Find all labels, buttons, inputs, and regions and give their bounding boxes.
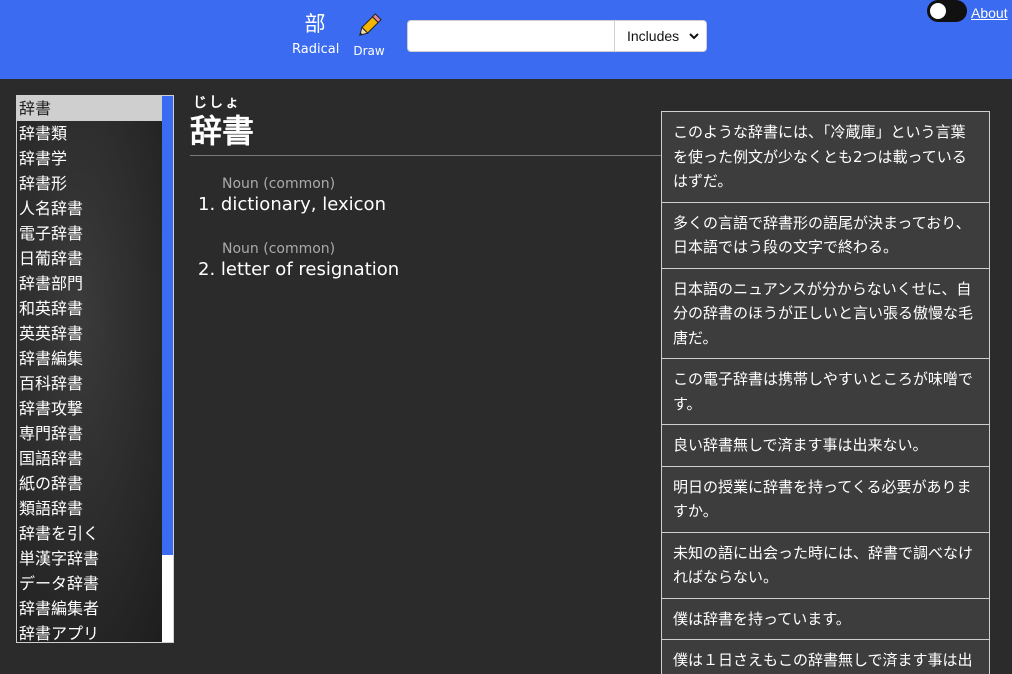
word-list-items: 辞書 辞書類 辞書学 辞書形 人名辞書 電子辞書 日葡辞書 辞書部門 和英辞書 英英辞書 辞書編集百…: [17, 96, 163, 642]
example-sentence[interactable]: 僕は１日さえもこの辞書無しで済ます事は出来ない。: [662, 639, 989, 674]
part-of-speech: Noun (common): [222, 176, 336, 192]
list-item[interactable]: 辞書を引く: [17, 521, 163, 546]
radical-label: Radical: [292, 42, 340, 57]
headword: 辞書: [190, 112, 255, 150]
example-sentence[interactable]: 日本語のニュアンスが分からないくせに、自分の辞書のほうが正しいと言い張る傲慢な毛…: [662, 267, 989, 358]
example-sentence[interactable]: 明日の授業に辞書を持ってくる必要がありますか。: [662, 465, 989, 532]
sense-number: 2.: [198, 259, 216, 280]
draw-button[interactable]: Draw: [350, 12, 388, 59]
about-link[interactable]: About: [971, 5, 1008, 21]
gloss: 2. letter of resignation: [198, 258, 399, 282]
radical-glyph: 部: [304, 12, 326, 36]
list-item[interactable]: 人名辞書: [17, 196, 163, 221]
list-item[interactable]: 和英辞書: [17, 296, 163, 321]
list-item[interactable]: 類語辞書: [17, 496, 163, 521]
list-item[interactable]: 紙の辞書: [17, 471, 163, 496]
list-item[interactable]: 辞書類: [17, 121, 163, 146]
toggle-knob: [930, 3, 946, 19]
list-item[interactable]: 辞書学: [17, 146, 163, 171]
gloss-text: letter of resignation: [220, 259, 400, 280]
divider: [190, 155, 661, 156]
list-item[interactable]: 辞書攻撃: [17, 396, 163, 421]
search-box: Includes: [407, 20, 707, 52]
radical-button[interactable]: 部 Radical: [292, 10, 340, 59]
pencil-icon: [350, 12, 388, 40]
example-sentences: このような辞書には、「冷蔵庫」という言葉を使った例文が少なくとも2つは載っている…: [661, 111, 990, 674]
search-mode-select[interactable]: Includes: [614, 21, 706, 51]
top-bar: 部 Radical Draw Includes About: [0, 0, 1012, 79]
list-item[interactable]: 辞書部門: [17, 271, 163, 296]
list-item[interactable]: 辞書: [17, 96, 163, 121]
example-sentence[interactable]: 未知の語に出会った時には、辞書で調べなければならない。: [662, 531, 989, 598]
example-sentence[interactable]: 良い辞書無しで済ます事は出来ない。: [662, 424, 989, 466]
list-item[interactable]: 電子辞書: [17, 221, 163, 246]
example-sentence[interactable]: 僕は辞書を持っています。: [662, 597, 989, 639]
list-item[interactable]: 英英辞書: [17, 321, 163, 346]
list-item[interactable]: 百科辞書: [17, 371, 163, 396]
sense-number: 1.: [198, 194, 216, 215]
list-item[interactable]: 単漢字辞書: [17, 546, 163, 571]
part-of-speech: Noun (common): [222, 241, 336, 257]
list-item[interactable]: 辞書編集: [17, 346, 163, 371]
list-item[interactable]: 辞書形: [17, 171, 163, 196]
chevron-down-icon: [688, 29, 700, 45]
gloss: 1. dictionary, lexicon: [198, 193, 386, 217]
example-sentence[interactable]: このような辞書には、「冷蔵庫」という言葉を使った例文が少なくとも2つは載っている…: [662, 111, 989, 202]
search-mode-value: Includes: [627, 28, 680, 44]
scrollbar-thumb[interactable]: [162, 96, 173, 555]
example-sentence[interactable]: この電子辞書は携帯しやすいところが味噌です。: [662, 358, 989, 424]
theme-toggle[interactable]: [927, 0, 967, 22]
draw-label: Draw: [353, 44, 385, 58]
search-input[interactable]: [408, 21, 614, 51]
sense: Noun (common) 2. letter of resignation: [198, 240, 399, 282]
word-list: 辞書 辞書類 辞書学 辞書形 人名辞書 電子辞書 日葡辞書 辞書部門 和英辞書 英英辞書 辞書編集百…: [16, 95, 174, 643]
list-item[interactable]: 辞書アプリ: [17, 621, 163, 642]
example-sentence[interactable]: 多くの言語で辞書形の語尾が決まっており、日本語ではう段の文字で終わる。: [662, 201, 989, 268]
list-item[interactable]: 日葡辞書: [17, 246, 163, 271]
list-item[interactable]: 専門辞書: [17, 421, 163, 446]
list-item[interactable]: 辞書編集者: [17, 596, 163, 621]
list-item[interactable]: 国語辞書: [17, 446, 163, 471]
list-item[interactable]: データ辞書: [17, 571, 163, 596]
sense: Noun (common) 1. dictionary, lexicon: [198, 175, 386, 217]
gloss-text: dictionary, lexicon: [220, 194, 386, 215]
scrollbar[interactable]: [162, 96, 173, 642]
